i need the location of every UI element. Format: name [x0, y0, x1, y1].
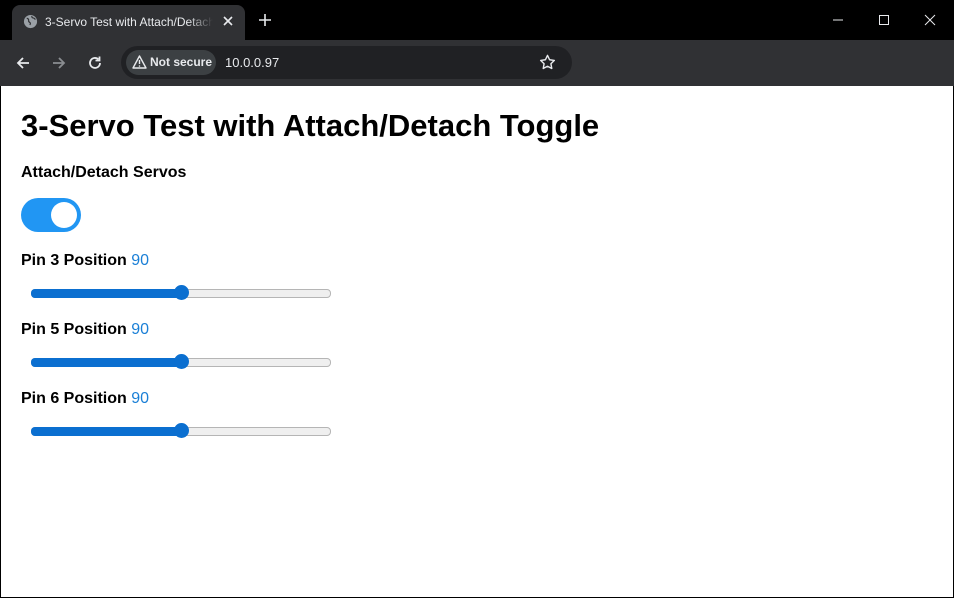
pin-6-label: Pin 6 Position 90 — [21, 390, 149, 408]
tab-close-icon[interactable] — [219, 12, 237, 30]
reload-icon[interactable] — [84, 52, 106, 74]
pin-3-label: Pin 3 Position 90 — [21, 252, 149, 270]
globe-icon — [23, 14, 38, 29]
browser-tab-active[interactable]: 3-Servo Test with Attach/Detach Toggle — [12, 5, 245, 40]
warning-icon — [132, 55, 147, 74]
slider-fill — [31, 358, 181, 367]
browser-toolbar: Not secure 10.0.0.97 — [0, 40, 954, 86]
tab-title: 3-Servo Test with Attach/Detach Toggle — [45, 15, 213, 29]
address-bar[interactable]: Not secure 10.0.0.97 — [121, 46, 572, 79]
back-arrow-icon[interactable] — [12, 52, 34, 74]
toggle-knob[interactable] — [51, 202, 77, 228]
slider-thumb[interactable] — [174, 423, 189, 438]
slider-thumb[interactable] — [174, 285, 189, 300]
pin-3-slider[interactable] — [31, 285, 331, 301]
pin-6-slider[interactable] — [31, 423, 331, 439]
security-label: Not secure — [150, 55, 213, 69]
star-icon[interactable] — [538, 53, 557, 72]
security-indicator[interactable]: Not secure — [126, 50, 216, 75]
browser-title-bar: 3-Servo Test with Attach/Detach Toggle — [0, 0, 954, 40]
page-title: 3-Servo Test with Attach/Detach Toggle — [21, 108, 600, 143]
forward-arrow-icon[interactable] — [48, 52, 70, 74]
pin-5-label-text: Pin 5 Position — [21, 321, 127, 338]
maximize-icon[interactable] — [861, 0, 907, 40]
pin-3-label-text: Pin 3 Position — [21, 252, 127, 269]
toggle-label: Attach/Detach Servos — [21, 164, 187, 181]
pin-5-label: Pin 5 Position 90 — [21, 321, 149, 339]
url-text[interactable]: 10.0.0.97 — [225, 55, 279, 70]
minimize-icon[interactable] — [815, 0, 861, 40]
slider-thumb[interactable] — [174, 354, 189, 369]
pin-5-slider[interactable] — [31, 354, 331, 370]
pin-3-value: 90 — [131, 252, 150, 269]
pin-6-value: 90 — [131, 390, 150, 407]
slider-fill — [31, 289, 181, 298]
window-close-icon[interactable] — [907, 0, 953, 40]
pin-5-value: 90 — [131, 321, 150, 338]
slider-fill — [31, 427, 181, 436]
page-viewport: 3-Servo Test with Attach/Detach Toggle A… — [1, 86, 953, 597]
pin-6-label-text: Pin 6 Position — [21, 390, 127, 407]
new-tab-plus-icon[interactable] — [255, 10, 275, 30]
attach-detach-toggle[interactable] — [21, 198, 81, 232]
